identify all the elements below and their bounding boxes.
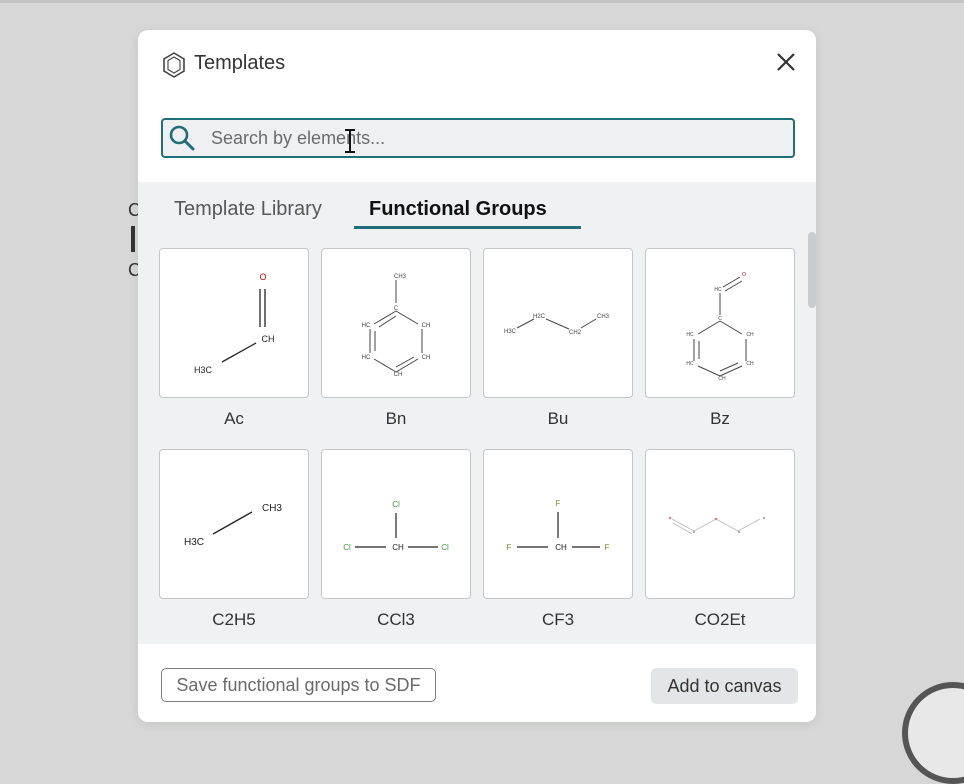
structure-preview[interactable]: O CH H3C (159, 248, 309, 398)
atom-label: CH2 (569, 330, 582, 336)
template-card-bn[interactable]: CH3 C HC CH HC CH CH Bn (321, 248, 471, 429)
atom-label: CH3 (394, 274, 407, 280)
structure-bn: CH3 C HC CH HC CH CH (362, 274, 431, 378)
template-label: Bu (547, 409, 569, 428)
atom-label: H3C (194, 365, 213, 375)
structure-preview[interactable]: CH3 H3C (159, 449, 309, 599)
template-card-bu[interactable]: H3C H2C CH2 CH3 Bu (483, 248, 633, 429)
atom-label: HC (714, 287, 722, 293)
structure-preview[interactable]: F F CH F (483, 449, 633, 599)
template-label: CCl3 (377, 610, 415, 629)
atom-label: O (259, 272, 266, 282)
atom-label: CH3 (597, 314, 610, 320)
atom-label: O (742, 272, 746, 278)
atom-label: H3C (184, 537, 204, 548)
search-box (161, 118, 795, 158)
structure-preview[interactable] (645, 449, 795, 599)
close-icon[interactable] (774, 50, 798, 74)
atom-label: F (556, 499, 561, 508)
template-label: Bn (385, 409, 407, 428)
template-label: Bz (710, 409, 730, 428)
template-card-c2h5[interactable]: CH3 H3C C2H5 (159, 449, 309, 630)
atom-label: CH (392, 543, 404, 552)
template-card-ac[interactable]: O CH H3C Ac (159, 248, 309, 429)
structure-cf3: F F CH F (507, 499, 610, 552)
tab-functional-groups[interactable]: Functional Groups (369, 198, 547, 221)
background-fragment-bar (131, 226, 135, 252)
structure-preview[interactable]: H3C H2C CH2 CH3 (483, 248, 633, 398)
atom-label: CH (394, 372, 403, 378)
atom-label: CH3 (262, 503, 282, 514)
save-sdf-button[interactable]: Save functional groups to SDF (161, 668, 436, 702)
atom-label: Cl (392, 500, 400, 509)
tab-template-library[interactable]: Template Library (174, 198, 322, 221)
atom-label: HC (686, 361, 694, 367)
structure-preview[interactable]: HC O C HC CH HC CH CH (645, 248, 795, 398)
text-cursor-icon (345, 129, 355, 153)
structure-ccl3: Cl Cl CH Cl (343, 500, 449, 552)
atom-label: CH (262, 334, 275, 344)
search-icon (169, 125, 195, 151)
template-label: CO2Et (694, 610, 746, 629)
atom-label: F (507, 543, 512, 552)
atom-label: H3C (504, 329, 517, 335)
atom-label: F (605, 543, 610, 552)
atom-label: CH (422, 323, 431, 329)
hexagon-icon (163, 52, 185, 78)
atom-label: H2C (533, 314, 546, 320)
atom-label: HC (362, 323, 371, 329)
dialog-footer: Save functional groups to SDF Add to can… (138, 644, 816, 722)
atom-label: C (718, 316, 722, 322)
template-label: Ac (224, 409, 244, 428)
tab-bar: Template Library Functional Groups (138, 182, 816, 230)
template-label: C2H5 (212, 610, 256, 629)
atom-label: C (394, 306, 399, 312)
atom-label: Cl (343, 543, 351, 552)
structure-c2h5: CH3 H3C (184, 503, 282, 548)
template-label: CF3 (541, 610, 575, 629)
search-input[interactable] (211, 124, 781, 152)
structure-preview[interactable]: CH3 C HC CH HC CH CH (321, 248, 471, 398)
structure-bz: HC O C HC CH HC CH CH (686, 272, 754, 382)
add-to-canvas-button[interactable]: Add to canvas (651, 668, 798, 704)
background-corner-widget (902, 682, 964, 784)
structure-co2et (668, 516, 766, 535)
dialog-title: Templates (194, 52, 286, 74)
atom-label: Cl (441, 543, 449, 552)
dialog-header: Templates (138, 30, 816, 100)
atom-label: CH (555, 543, 567, 552)
structure-preview[interactable]: Cl Cl CH Cl (321, 449, 471, 599)
scrollbar-thumb[interactable] (808, 232, 816, 308)
template-card-bz[interactable]: HC O C HC CH HC CH CH Bz (645, 248, 795, 429)
template-card-ccl3[interactable]: Cl Cl CH Cl CCl3 (321, 449, 471, 630)
top-border (0, 0, 964, 3)
atom-label: CH (718, 376, 726, 382)
atom-label: CH (746, 361, 754, 367)
functional-groups-grid: O CH H3C Ac CH3 C HC CH HC CH CH Bn H3C … (138, 230, 816, 644)
structure-bu: H3C H2C CH2 CH3 (504, 314, 610, 336)
atom-label: HC (362, 355, 371, 361)
structure-ac: O CH H3C (194, 272, 275, 375)
atom-label: CH (746, 332, 754, 338)
template-card-cf3[interactable]: F F CH F CF3 (483, 449, 633, 630)
template-card-co2et[interactable]: CO2Et (645, 449, 795, 630)
active-tab-indicator (354, 226, 581, 229)
atom-label: CH (422, 355, 431, 361)
atom-label: HC (686, 332, 694, 338)
templates-dialog: Templates Template Library Functional Gr… (138, 30, 816, 722)
